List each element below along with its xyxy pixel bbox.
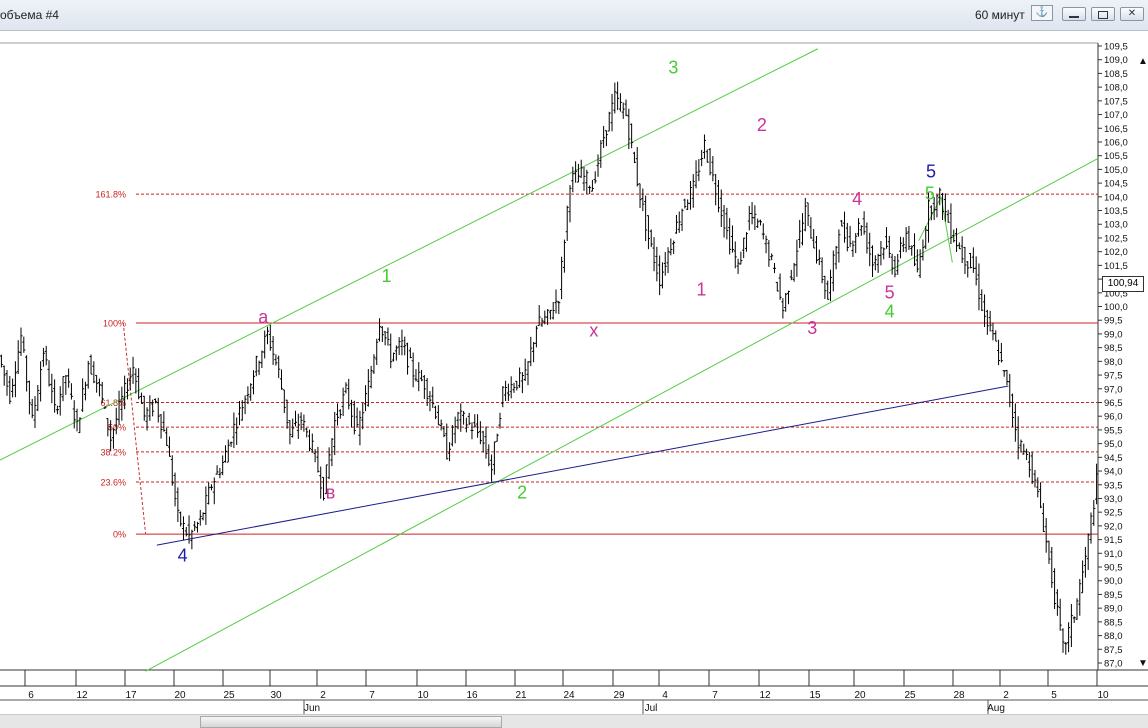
wave-label: 4 xyxy=(885,301,895,321)
y-tick-label: 102,0 xyxy=(1104,247,1128,258)
fib-level-label: 0% xyxy=(113,530,126,540)
axis-arrow-down: ▼ xyxy=(1138,658,1148,669)
wave-label: 3 xyxy=(807,318,817,338)
y-tick-label: 88,0 xyxy=(1104,631,1123,642)
y-tick-label: 96,5 xyxy=(1104,398,1123,409)
y-tick-label: 109,0 xyxy=(1104,55,1128,66)
y-tick-label: 89,0 xyxy=(1104,604,1123,615)
fib-level-label: 161.8% xyxy=(95,190,126,200)
x-tick-label: 7 xyxy=(369,690,375,701)
y-tick-label: 109,5 xyxy=(1104,42,1128,53)
y-tick-label: 95,5 xyxy=(1104,425,1123,436)
wave-label: 2 xyxy=(757,115,767,135)
x-tick-label: 5 xyxy=(1051,690,1057,701)
y-tick-label: 99,0 xyxy=(1104,329,1123,340)
y-tick-label: 96,0 xyxy=(1104,412,1123,423)
wave-label: 4 xyxy=(852,189,862,209)
x-tick-label: 16 xyxy=(466,690,478,701)
y-tick-label: 93,0 xyxy=(1104,494,1123,505)
y-tick-label: 108,0 xyxy=(1104,83,1128,94)
y-tick-label: 89,5 xyxy=(1104,590,1123,601)
y-tick-label: 103,5 xyxy=(1104,206,1128,217)
y-tick-label: 92,0 xyxy=(1104,521,1123,532)
y-tick-label: 91,5 xyxy=(1104,535,1123,546)
x-tick-label: 15 xyxy=(809,690,821,701)
y-tick-label: 93,5 xyxy=(1104,480,1123,491)
axis-arrow-up: ▲ xyxy=(1138,56,1148,67)
wave-label: a xyxy=(258,307,269,327)
x-tick-label: 21 xyxy=(515,690,527,701)
x-tick-label: 24 xyxy=(563,690,575,701)
x-tick-label: 29 xyxy=(613,690,625,701)
x-tick-label: 10 xyxy=(1097,690,1109,701)
x-tick-label: 10 xyxy=(417,690,429,701)
y-tick-label: 103,0 xyxy=(1104,220,1128,231)
current-price-label: 100,94 xyxy=(1102,276,1144,292)
y-tick-label: 87,0 xyxy=(1104,659,1123,670)
y-tick-label: 97,5 xyxy=(1104,371,1123,382)
x-tick-label: 20 xyxy=(174,690,186,701)
wave-label: 4 xyxy=(178,546,188,566)
trend-line xyxy=(145,157,1099,672)
scrollbar-thumb[interactable] xyxy=(200,716,502,728)
x-tick-label: 7 xyxy=(712,690,718,701)
y-tick-label: 94,0 xyxy=(1104,467,1123,478)
wave-label: 3 xyxy=(668,57,678,77)
wave-label: в xyxy=(326,482,336,502)
month-label: Jun xyxy=(304,703,320,714)
wave-label: 1 xyxy=(382,266,392,286)
y-tick-label: 106,0 xyxy=(1104,137,1128,148)
y-tick-label: 91,0 xyxy=(1104,549,1123,560)
y-tick-label: 95,0 xyxy=(1104,439,1123,450)
x-tick-label: 12 xyxy=(759,690,771,701)
x-tick-label: 28 xyxy=(953,690,965,701)
y-tick-label: 98,0 xyxy=(1104,357,1123,368)
x-tick-label: 30 xyxy=(270,690,282,701)
price-chart[interactable]: 161.8%100%61.8%50%38.2%23.6%0% 12345aвx1… xyxy=(0,0,1148,714)
wave-label: 2 xyxy=(517,482,527,502)
x-tick-label: 4 xyxy=(662,690,668,701)
trend-line xyxy=(0,48,819,461)
x-tick-label: 2 xyxy=(320,690,326,701)
x-tick-label: 17 xyxy=(125,690,137,701)
fib-level-label: 23.6% xyxy=(100,478,126,488)
y-tick-label: 94,5 xyxy=(1104,453,1123,464)
y-tick-label: 99,5 xyxy=(1104,316,1123,327)
wave-label: 5 xyxy=(885,282,895,302)
y-tick-label: 97,0 xyxy=(1104,384,1123,395)
x-tick-label: 25 xyxy=(223,690,235,701)
y-tick-label: 92,5 xyxy=(1104,508,1123,519)
y-tick-label: 101,5 xyxy=(1104,261,1128,272)
y-tick-label: 88,5 xyxy=(1104,617,1123,628)
wave-label: 5 xyxy=(926,162,936,182)
wave-label: x xyxy=(589,321,598,341)
y-tick-label: 107,5 xyxy=(1104,96,1128,107)
y-tick-label: 106,5 xyxy=(1104,124,1128,135)
y-tick-label: 108,5 xyxy=(1104,69,1128,80)
trend-line xyxy=(122,322,147,535)
horizontal-scrollbar[interactable] xyxy=(0,714,1148,728)
y-tick-label: 107,0 xyxy=(1104,110,1128,121)
y-tick-label: 90,0 xyxy=(1104,576,1123,587)
x-tick-label: 25 xyxy=(904,690,916,701)
fib-level-label: 100% xyxy=(103,318,126,328)
y-tick-label: 104,0 xyxy=(1104,192,1128,203)
x-tick-label: 12 xyxy=(76,690,88,701)
y-tick-label: 90,5 xyxy=(1104,563,1123,574)
month-label: Jul xyxy=(645,703,658,714)
y-tick-label: 105,0 xyxy=(1104,165,1128,176)
fib-level-label: 38.2% xyxy=(100,447,126,457)
y-tick-label: 104,5 xyxy=(1104,179,1128,190)
wave-label: 1 xyxy=(696,280,706,300)
wave-label: 5 xyxy=(925,184,935,204)
month-label: Aug xyxy=(987,703,1005,714)
y-tick-label: 98,5 xyxy=(1104,343,1123,354)
y-tick-label: 100,0 xyxy=(1104,302,1128,313)
x-tick-label: 2 xyxy=(1003,690,1009,701)
y-tick-label: 87,5 xyxy=(1104,645,1123,656)
y-tick-label: 102,5 xyxy=(1104,233,1128,244)
x-tick-label: 20 xyxy=(854,690,866,701)
x-tick-label: 6 xyxy=(28,690,34,701)
y-tick-label: 105,5 xyxy=(1104,151,1128,162)
